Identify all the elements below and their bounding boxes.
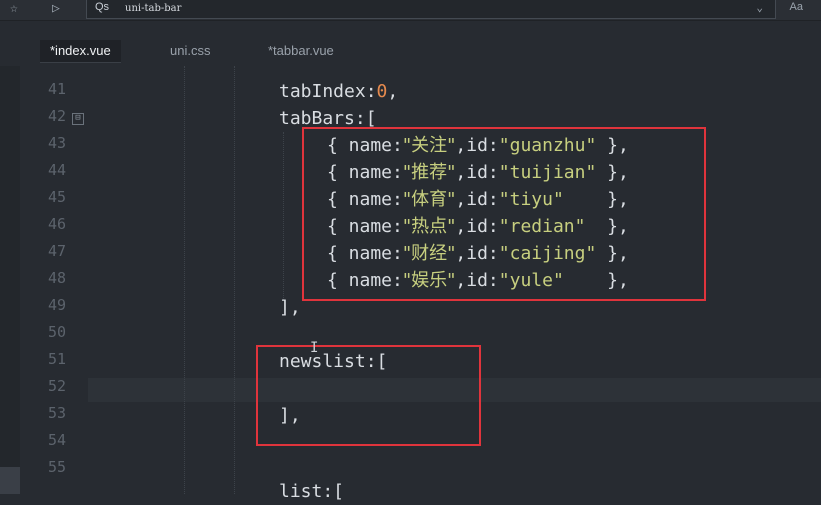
highlight-box-tabbars bbox=[302, 127, 706, 301]
line-number: 41 bbox=[47, 80, 66, 98]
code-punct: , bbox=[387, 81, 399, 102]
search-box[interactable]: Qs ⌄ bbox=[86, 0, 776, 19]
line-number: 49 bbox=[47, 296, 66, 314]
match-case-button[interactable]: Aa bbox=[790, 1, 803, 13]
code-key: tabIndex: bbox=[279, 81, 377, 102]
search-icon: Qs bbox=[95, 1, 110, 13]
chevron-down-icon[interactable]: ⌄ bbox=[756, 1, 763, 14]
highlight-box-newslist bbox=[256, 345, 481, 446]
text-cursor-icon: I bbox=[310, 340, 319, 356]
line-number: 43 bbox=[47, 134, 66, 152]
line-number: 42 bbox=[47, 107, 66, 125]
top-toolbar: ☆ ▷ Qs ⌄ Aa bbox=[0, 0, 821, 21]
star-icon[interactable]: ☆ bbox=[10, 0, 18, 18]
line-number-gutter: 41 42 43 44 45 46 47 48 49 50 51 52 53 5… bbox=[20, 66, 70, 494]
indent-guide bbox=[184, 66, 185, 494]
indent-guide bbox=[234, 66, 235, 494]
fold-toggle-icon[interactable]: ⊟ bbox=[72, 113, 84, 125]
line-number: 53 bbox=[47, 404, 66, 422]
line-number: 48 bbox=[47, 269, 66, 287]
play-icon[interactable]: ▷ bbox=[52, 0, 60, 18]
line-number: 44 bbox=[47, 161, 66, 179]
line-number: 52 bbox=[47, 377, 66, 395]
search-input[interactable] bbox=[125, 1, 725, 16]
activity-strip bbox=[0, 66, 20, 494]
tab-uni-css[interactable]: uni.css bbox=[160, 40, 220, 62]
line-number: 54 bbox=[47, 431, 66, 449]
tab-tabbar-vue[interactable]: *tabbar.vue bbox=[258, 40, 344, 62]
code-number: 0 bbox=[376, 81, 388, 102]
line-number: 46 bbox=[47, 215, 66, 233]
line-number: 47 bbox=[47, 242, 66, 260]
line-number: 50 bbox=[47, 323, 66, 341]
line-number: 51 bbox=[47, 350, 66, 368]
code-line-41: tabIndex:0, bbox=[279, 78, 398, 105]
indent-guide bbox=[283, 132, 284, 300]
line-number: 45 bbox=[47, 188, 66, 206]
line-number: 55 bbox=[47, 458, 66, 476]
code-line-56: list:[ bbox=[279, 481, 345, 502]
editor-tabs: *index.vue uni.css *tabbar.vue bbox=[0, 36, 821, 66]
tab-index-vue[interactable]: *index.vue bbox=[40, 40, 121, 63]
scroll-marker[interactable] bbox=[0, 467, 20, 494]
